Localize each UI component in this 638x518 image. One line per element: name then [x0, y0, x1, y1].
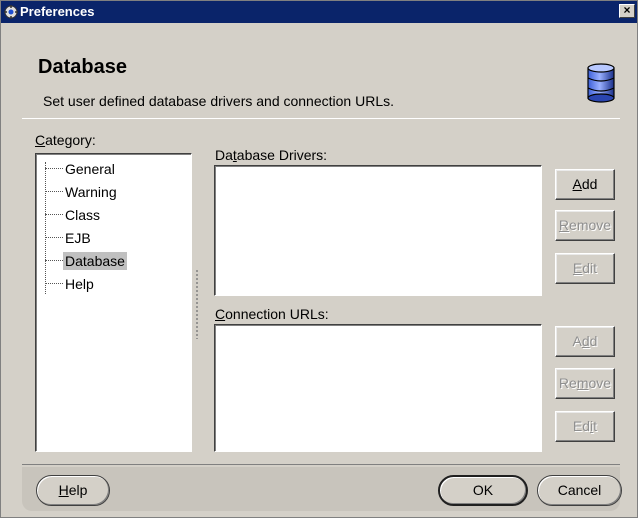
page-description: Set user defined database drivers and co… [43, 93, 394, 109]
tree-branch [45, 191, 63, 192]
edit-url-button[interactable]: Edit [555, 411, 615, 442]
tree-item-general[interactable]: General [36, 158, 186, 180]
close-button[interactable]: × [619, 4, 635, 18]
edit-driver-button[interactable]: Edit [555, 253, 615, 284]
help-button[interactable]: Help [36, 475, 110, 506]
title-bar: Preferences × [1, 1, 637, 23]
footer-panel [22, 467, 620, 511]
remove-driver-button[interactable]: Remove [555, 210, 615, 241]
tree-item-database[interactable]: Database [36, 250, 186, 272]
tree-branch [45, 168, 63, 169]
category-label-text: ategory: [45, 132, 96, 148]
splitter-handle[interactable] [194, 269, 200, 339]
cancel-button[interactable]: Cancel [537, 475, 622, 506]
tree-branch [45, 283, 63, 284]
tree-item-help[interactable]: Help [36, 273, 186, 295]
add-url-button[interactable]: Add [555, 326, 615, 357]
tree-branch [45, 260, 63, 261]
preferences-dialog: Preferences × Database Set user defined … [0, 0, 638, 518]
tree-item-ejb[interactable]: EJB [36, 227, 186, 249]
database-icon [587, 63, 615, 103]
tree-item-label: Warning [65, 184, 117, 200]
tree-item-label: Help [65, 276, 94, 292]
header-panel: Database Set user defined database drive… [22, 33, 620, 115]
urls-list[interactable] [214, 324, 542, 452]
category-label: Category: [35, 132, 96, 148]
tree-item-label: EJB [65, 230, 91, 246]
tree-branch [45, 237, 63, 238]
window-title: Preferences [20, 4, 95, 19]
tree-item-label: Database [63, 252, 127, 270]
category-tree[interactable]: General Warning Class EJB Database Help [35, 153, 192, 452]
header-divider [22, 118, 620, 119]
remove-url-button[interactable]: Remove [555, 368, 615, 399]
tree-item-label: Class [65, 207, 101, 223]
ok-button[interactable]: OK [438, 475, 528, 506]
tree-item-class[interactable]: Class [36, 204, 186, 226]
page-title: Database [38, 56, 127, 78]
drivers-list[interactable] [214, 165, 542, 296]
urls-label: Connection URLs: [215, 306, 329, 322]
tree-item-label: General [65, 161, 115, 177]
app-icon [4, 5, 18, 19]
footer-divider [22, 464, 620, 465]
drivers-label: Database Drivers: [215, 147, 328, 163]
tree-item-warning[interactable]: Warning [36, 181, 186, 203]
tree-branch [45, 214, 63, 215]
add-driver-button[interactable]: Add [555, 169, 615, 200]
